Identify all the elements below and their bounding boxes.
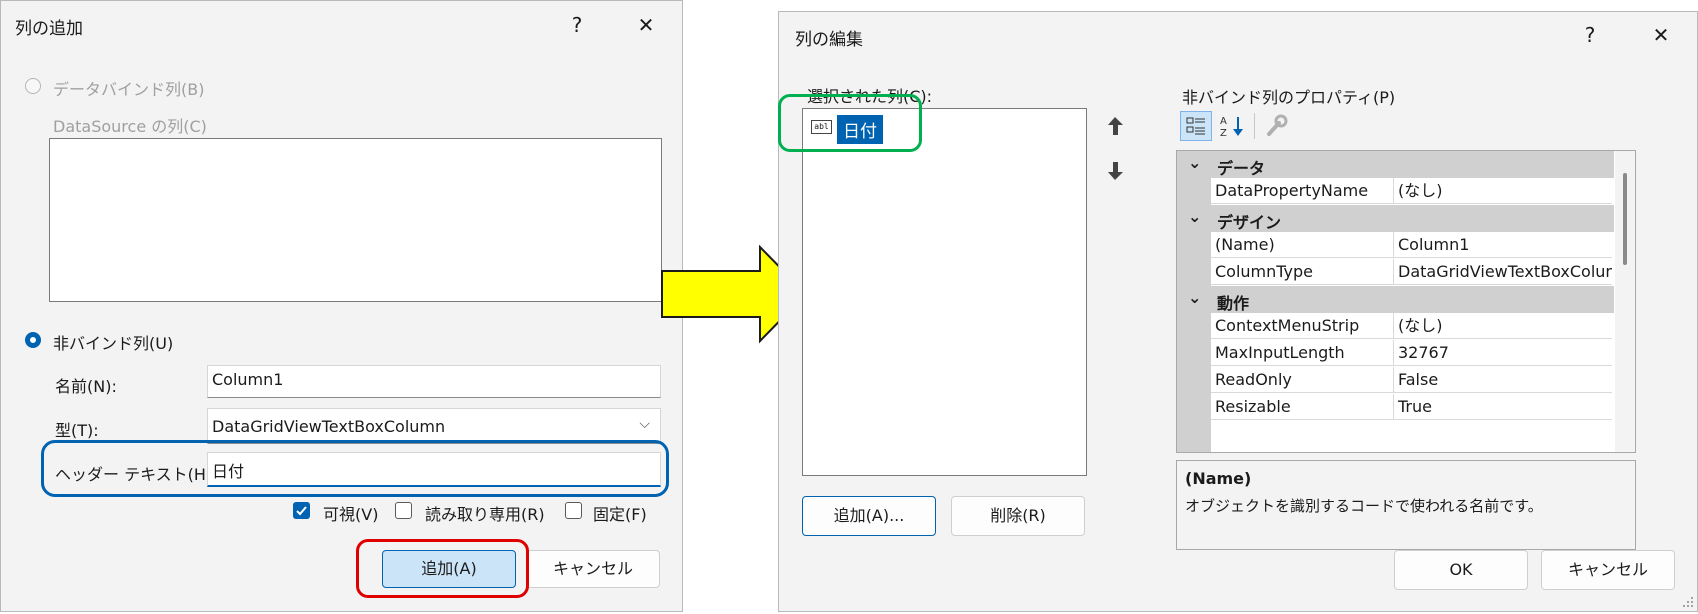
ok-button[interactable]: OK [1394,550,1528,590]
category-label: 動作 [1217,294,1250,313]
arrow-up-icon [1108,117,1123,135]
cancel-button[interactable]: キャンセル [1541,550,1675,590]
dialog-title: 列の追加 [15,19,83,39]
property-name[interactable]: ReadOnly [1211,367,1394,393]
toolbar-separator [1254,113,1255,139]
property-value[interactable]: DataGridViewTextBoxColumn [1394,259,1612,285]
chevron-down-icon: ⌄ [1188,153,1202,172]
property-value[interactable]: (なし) [1394,313,1612,339]
help-button[interactable]: ? [557,5,597,45]
property-name[interactable]: MaxInputLength [1211,340,1394,366]
cancel-button[interactable]: キャンセル [526,550,660,588]
property-name[interactable]: ColumnType [1211,259,1394,285]
add-column-dialog: 列の追加 ? ✕ データバインド列(B) DataSource の列(C) 非バ… [0,0,683,612]
property-pages-button[interactable] [1260,111,1292,141]
check-icon [296,506,307,516]
arrow-down-icon [1108,162,1123,180]
delete-column-button[interactable]: 削除(R) [951,496,1085,536]
categorized-view-button[interactable] [1180,111,1212,141]
grid-gutter [1177,313,1211,452]
properties-label: 非バインド列のプロパティ(P) [1182,88,1396,107]
datasource-list[interactable] [49,138,662,302]
property-value[interactable]: 32767 [1394,340,1612,366]
property-name[interactable]: (Name) [1211,232,1394,258]
description-title: (Name) [1185,469,1252,488]
help-button[interactable]: ? [1570,15,1610,55]
grid-gutter [1177,232,1211,286]
category-behavior[interactable]: ⌄ 動作 [1177,286,1614,313]
databound-radio[interactable] [25,78,41,94]
readonly-label: 読み取り専用(R) [425,505,545,524]
wrench-icon [1267,114,1288,136]
visible-label: 可視(V) [323,505,379,524]
property-name[interactable]: DataPropertyName [1211,178,1394,204]
chevron-down-icon: ⌄ [1188,207,1202,226]
resize-grip-icon[interactable] [1681,595,1695,609]
category-design[interactable]: ⌄ デザイン [1177,205,1614,232]
chevron-down-icon: ⌄ [1188,288,1202,307]
property-value[interactable]: True [1394,394,1612,420]
frozen-label: 固定(F) [593,505,647,524]
visible-checkbox[interactable] [293,502,310,519]
close-button[interactable]: ✕ [626,5,666,45]
close-button[interactable]: ✕ [1641,15,1681,55]
add-button-highlight [356,539,529,598]
alphabetical-view-button[interactable]: A Z [1216,111,1248,141]
dialog-title: 列の編集 [795,30,863,50]
frozen-checkbox[interactable] [565,502,582,519]
property-value[interactable]: False [1394,367,1612,393]
property-grid-scrollbar[interactable] [1615,151,1635,452]
property-name[interactable]: Resizable [1211,394,1394,420]
name-input[interactable]: Column1 [207,365,661,398]
header-text-highlight [41,440,669,497]
sort-az-icon: A Z [1220,116,1243,139]
chevron-down-icon: ⌵ [639,416,650,432]
selected-columns-list[interactable]: abl 日付 [802,108,1087,476]
type-select[interactable]: DataGridViewTextBoxColumn ⌵ [207,408,661,444]
property-value[interactable]: Column1 [1394,232,1612,258]
scrollbar-thumb[interactable] [1623,173,1627,265]
selected-item-highlight [778,94,922,152]
property-name[interactable]: ContextMenuStrip [1211,313,1394,339]
move-down-button[interactable] [1094,153,1137,189]
property-value[interactable]: (なし) [1394,178,1612,204]
svg-text:A: A [1220,116,1227,127]
property-grid[interactable]: ⌄ データ DataPropertyName (なし) ⌄ デザイン (Name… [1176,150,1636,453]
categorized-icon [1186,117,1205,135]
category-label: デザイン [1217,213,1282,232]
grid-gutter [1177,178,1211,205]
name-label: 名前(N): [55,377,117,396]
property-description-panel: (Name) オブジェクトを識別するコードで使われる名前です。 [1176,460,1636,550]
move-up-button[interactable] [1094,108,1137,144]
category-data[interactable]: ⌄ データ [1177,151,1614,178]
description-text: オブジェクトを識別するコードで使われる名前です。 [1185,497,1543,515]
databound-label: データバインド列(B) [53,80,205,99]
svg-text:Z: Z [1220,128,1227,139]
unbound-radio[interactable] [25,332,41,348]
type-value: DataGridViewTextBoxColumn [212,417,446,436]
readonly-checkbox[interactable] [395,502,412,519]
type-label: 型(T): [55,421,99,440]
datasource-label: DataSource の列(C) [53,117,207,136]
category-label: データ [1217,159,1266,178]
unbound-label: 非バインド列(U) [53,334,174,353]
add-column-button[interactable]: 追加(A)... [802,496,936,536]
